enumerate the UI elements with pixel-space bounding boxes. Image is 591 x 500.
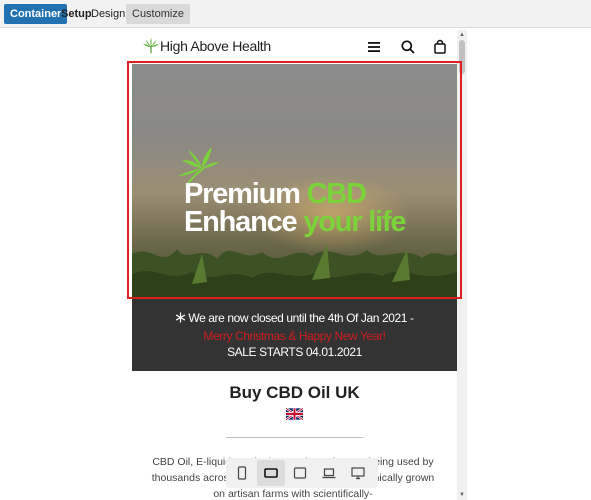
content-divider bbox=[226, 437, 363, 438]
tablet-landscape-icon bbox=[264, 468, 278, 478]
scroll-thumb[interactable] bbox=[459, 40, 465, 74]
snowflake-icon bbox=[176, 312, 186, 323]
device-laptop-button[interactable] bbox=[315, 460, 343, 486]
device-tablet-button[interactable] bbox=[286, 460, 314, 486]
site-logo-text[interactable]: High Above Health bbox=[160, 38, 271, 54]
preview-scrollbar[interactable]: ▲ ▼ bbox=[457, 30, 467, 500]
menu-icon[interactable] bbox=[366, 39, 382, 55]
customize-tab[interactable]: Customize bbox=[126, 4, 190, 24]
uk-flag-icon bbox=[286, 408, 303, 420]
hero-headline-line2: Enhance your life bbox=[184, 206, 407, 239]
hero-banner[interactable]: Premium CBD Enhance your life bbox=[132, 64, 457, 298]
closure-notice: We are now closed until the 4th Of Jan 2… bbox=[132, 298, 457, 371]
hero-word-enhance: Enhance bbox=[184, 206, 298, 238]
tablet-icon bbox=[293, 467, 307, 479]
desktop-icon bbox=[351, 467, 365, 480]
mobile-icon bbox=[237, 466, 247, 480]
search-icon[interactable] bbox=[400, 39, 416, 55]
bag-icon[interactable] bbox=[432, 39, 448, 55]
notice-closed-text: We are now closed until the 4th Of Jan 2… bbox=[188, 311, 414, 325]
scroll-up-arrow-icon[interactable]: ▲ bbox=[459, 32, 465, 38]
notice-line1: We are now closed until the 4th Of Jan 2… bbox=[132, 311, 457, 325]
site-header: High Above Health bbox=[132, 30, 457, 64]
editor-toolbar: Container Setup Design Customize bbox=[0, 0, 591, 28]
hero-word-your-life: your life bbox=[296, 206, 406, 238]
device-preview-bar bbox=[226, 458, 378, 488]
cannabis-leaf-icon bbox=[142, 37, 160, 54]
notice-sale-date: SALE STARTS 04.01.2021 bbox=[227, 345, 362, 359]
device-desktop-button[interactable] bbox=[344, 460, 372, 486]
device-mobile-button[interactable] bbox=[228, 460, 256, 486]
page-title: Buy CBD Oil UK bbox=[229, 383, 360, 402]
device-tablet-landscape-button[interactable] bbox=[257, 460, 285, 486]
notice-greeting: Merry Christmas & Happy New Year! bbox=[203, 329, 386, 343]
preview-frame: High Above Health Premium CBD Enhance yo… bbox=[132, 30, 467, 500]
scroll-down-arrow-icon[interactable]: ▼ bbox=[459, 492, 465, 498]
laptop-icon bbox=[322, 468, 336, 479]
design-tab[interactable]: Design bbox=[85, 4, 131, 24]
